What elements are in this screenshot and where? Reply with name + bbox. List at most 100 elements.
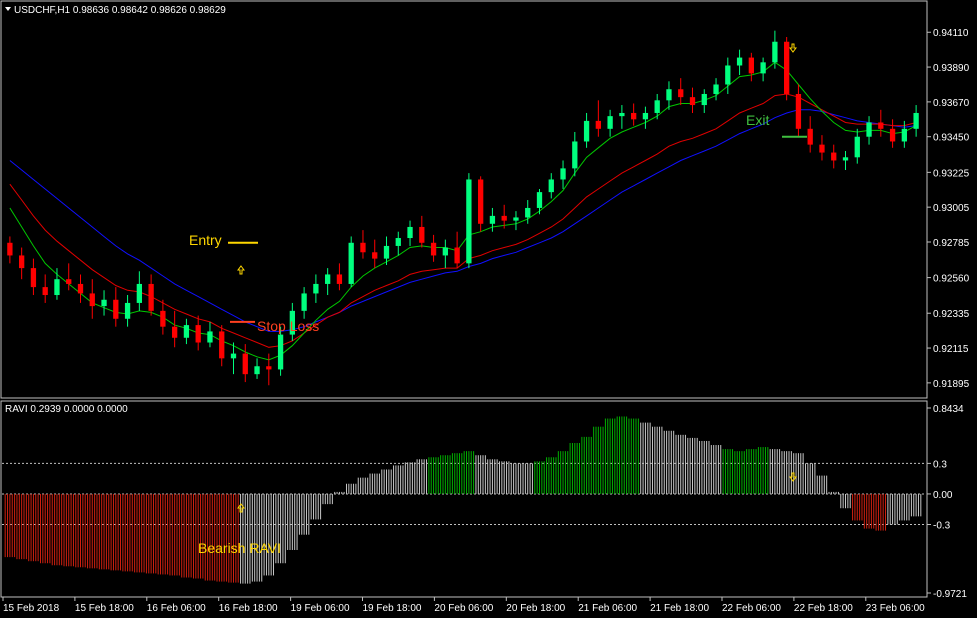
candle-body bbox=[725, 65, 731, 85]
time-tick-label: 16 Feb 06:00 bbox=[147, 603, 206, 614]
candlesticks bbox=[7, 30, 919, 386]
candle-body bbox=[30, 268, 37, 288]
candle-body bbox=[748, 57, 754, 74]
price-up-arrow-icon bbox=[237, 265, 245, 275]
candle-body bbox=[772, 41, 778, 63]
candle-body bbox=[7, 242, 13, 256]
time-tick-label: 19 Feb 06:00 bbox=[291, 603, 350, 614]
candle-body bbox=[678, 89, 684, 98]
time-tick-label: 20 Feb 18:00 bbox=[506, 603, 565, 614]
candle-body bbox=[701, 93, 707, 106]
candle-body bbox=[525, 207, 531, 218]
candle-body bbox=[607, 116, 613, 129]
candle-body bbox=[360, 242, 366, 253]
candle-body bbox=[430, 242, 437, 256]
price-tick-label: 0.94110 bbox=[933, 28, 969, 39]
time-tick-label: 15 Feb 2018 bbox=[3, 603, 60, 614]
candle-body bbox=[854, 136, 860, 158]
candle-body bbox=[819, 144, 825, 153]
stop-loss-label: Stop Loss bbox=[257, 318, 319, 334]
time-tick-label: 15 Feb 18:00 bbox=[75, 603, 134, 614]
candle-body bbox=[560, 168, 566, 180]
candle-body bbox=[266, 366, 272, 370]
candle-body bbox=[325, 274, 331, 284]
price-tick-label: 0.92785 bbox=[933, 238, 970, 249]
price-tick-label: 0.93670 bbox=[933, 98, 970, 109]
time-tick-label: 21 Feb 06:00 bbox=[578, 603, 637, 614]
ravi-axis: 0.8434 0.3 0.00 -0.3 -0.9721 bbox=[927, 404, 967, 600]
candle-body bbox=[383, 245, 390, 259]
candle-body bbox=[372, 252, 378, 259]
candle-body bbox=[842, 157, 849, 161]
candle-body bbox=[419, 226, 425, 243]
price-tick-label: 0.92115 bbox=[933, 344, 969, 355]
time-tick-label: 20 Feb 06:00 bbox=[434, 603, 493, 614]
price-tick-label: 0.92560 bbox=[933, 274, 970, 285]
ravi-tick-label: 0.8434 bbox=[933, 404, 964, 415]
candle-body bbox=[66, 279, 72, 284]
candle-body bbox=[807, 128, 813, 145]
candle-body bbox=[77, 283, 84, 294]
moving-averages bbox=[9, 61, 917, 361]
candle-body bbox=[407, 226, 413, 239]
candle-body bbox=[642, 112, 649, 120]
price-down-arrow-icon bbox=[789, 43, 797, 53]
price-tick-label: 0.93890 bbox=[933, 63, 970, 74]
ravi-histogram bbox=[4, 416, 922, 584]
candle-body bbox=[89, 293, 95, 307]
bearish-ravi-label: Bearish RAVI bbox=[198, 540, 281, 556]
ravi-tick-label: -0.3 bbox=[933, 521, 951, 532]
candle-body bbox=[760, 62, 766, 74]
entry-label: Entry bbox=[189, 232, 222, 248]
time-tick-label: 23 Feb 06:00 bbox=[866, 603, 925, 614]
candle-body bbox=[172, 326, 178, 338]
time-tick-label: 22 Feb 18:00 bbox=[794, 603, 853, 614]
exit-label: Exit bbox=[746, 112, 769, 128]
candle-body bbox=[489, 215, 496, 224]
time-tick-label: 19 Feb 18:00 bbox=[363, 603, 422, 614]
candle-body bbox=[113, 299, 119, 319]
candle-body bbox=[254, 366, 260, 375]
candle-body bbox=[583, 120, 590, 142]
candle-body bbox=[878, 122, 884, 129]
ma-slow-line bbox=[9, 109, 917, 332]
candle-body bbox=[513, 217, 519, 221]
candle-body bbox=[901, 128, 907, 142]
candle-body bbox=[230, 353, 237, 359]
candle-body bbox=[454, 247, 460, 264]
time-tick-label: 21 Feb 18:00 bbox=[650, 603, 709, 614]
symbol-header: USDCHF,H1 0.98636 0.98642 0.98626 0.9862… bbox=[14, 5, 226, 16]
indicator-pane-border bbox=[0, 400, 928, 598]
candle-body bbox=[124, 302, 131, 319]
candle-body bbox=[831, 152, 837, 161]
menu-triangle-icon[interactable] bbox=[5, 7, 11, 11]
candle-body bbox=[466, 179, 472, 264]
candle-body bbox=[195, 325, 201, 343]
price-tick-label: 0.93225 bbox=[933, 168, 970, 179]
candle-body bbox=[866, 122, 872, 137]
candle-body bbox=[536, 192, 543, 208]
ma-fast-line bbox=[9, 61, 917, 361]
candle-body bbox=[136, 283, 142, 303]
candle-body bbox=[666, 89, 672, 101]
candle-body bbox=[301, 293, 307, 311]
candle-body bbox=[889, 128, 896, 142]
ravi-header: RAVI 0.2939 0.0000 0.0000 bbox=[5, 404, 128, 415]
trade-markers bbox=[228, 43, 807, 513]
candle-body bbox=[42, 287, 48, 296]
candle-body bbox=[160, 310, 166, 327]
candle-body bbox=[548, 179, 554, 193]
candle-body bbox=[795, 93, 802, 129]
candle-body bbox=[54, 279, 60, 296]
candle-body bbox=[242, 353, 248, 375]
candle-body bbox=[313, 283, 319, 294]
candle-body bbox=[183, 325, 190, 338]
ravi-tick-label: -0.9721 bbox=[933, 589, 967, 600]
time-tick-label: 16 Feb 18:00 bbox=[219, 603, 278, 614]
candle-body bbox=[395, 238, 401, 246]
candle-body bbox=[572, 141, 578, 169]
time-axis: 15 Feb 2018 15 Feb 18:00 16 Feb 06:00 16 Fe… bbox=[2, 597, 925, 614]
candle-body bbox=[148, 283, 154, 311]
ma-mid-line bbox=[9, 93, 917, 348]
trading-chart[interactable]: USDCHF,H1 0.98636 0.98642 0.98626 0.9862… bbox=[0, 0, 977, 618]
